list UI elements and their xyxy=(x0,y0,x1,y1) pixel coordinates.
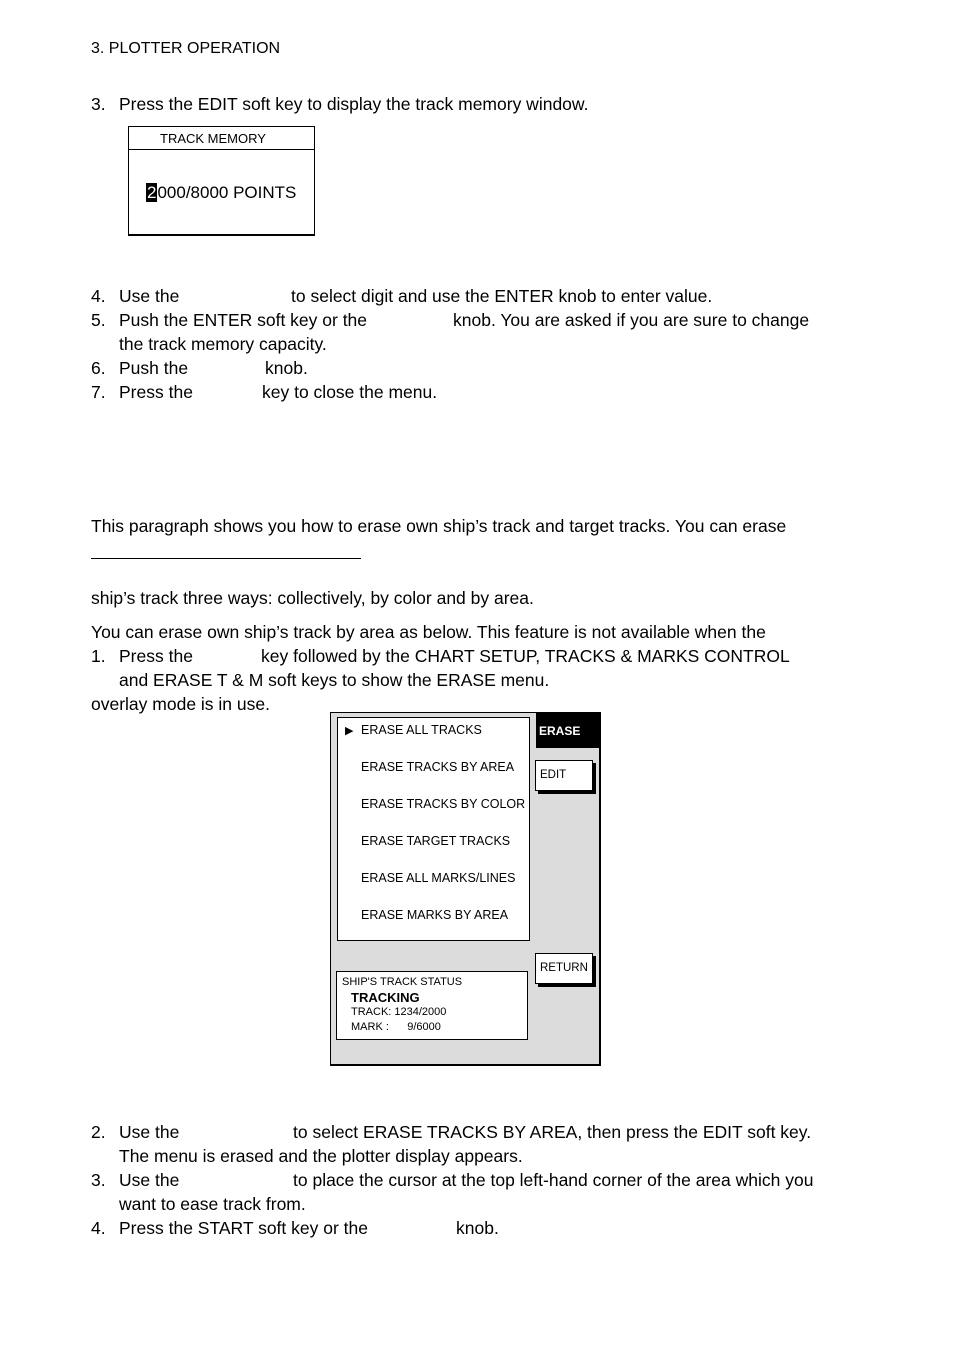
page-header: 3. PLOTTER OPERATION xyxy=(91,40,281,57)
digit-cursor[interactable]: 2 xyxy=(146,183,158,202)
menu-item-erase-tracks-by-area[interactable]: ERASE TRACKS BY AREA xyxy=(361,760,514,774)
track-memory-value[interactable]: 2000/8000 POINTS xyxy=(146,183,296,203)
step-number: 2. xyxy=(91,1122,106,1142)
step-text-post: knob. xyxy=(456,1218,499,1238)
step-text-post: key to close the menu. xyxy=(262,382,438,402)
step-text-pre: Use the xyxy=(119,1122,180,1142)
step-number: 7. xyxy=(91,382,106,402)
step-text-post: knob. You are asked if you are sure to c… xyxy=(453,310,810,330)
paragraph-line: You can erase own ship’s track by area a… xyxy=(91,622,766,642)
step-text-post: to select digit and use the ENTER knob t… xyxy=(291,286,713,306)
menu-item-erase-marks-by-area[interactable]: ERASE MARKS BY AREA xyxy=(361,908,508,922)
step-number: 4. xyxy=(91,1218,106,1238)
step-text-pre: Push the ENTER soft key or the xyxy=(119,310,368,330)
erase-menu-header: ERASE xyxy=(536,713,601,748)
step-text-post: knob. xyxy=(265,358,308,378)
step-text-pre: Use the xyxy=(119,1170,180,1190)
edit-soft-key[interactable]: EDIT xyxy=(535,760,593,791)
status-state: TRACKING xyxy=(351,990,420,1005)
step-text-pre: Press the xyxy=(119,382,193,402)
ships-track-status-box: SHIP'S TRACK STATUS TRACKING TRACK: 1234… xyxy=(336,971,528,1040)
paragraph-line: This paragraph shows you how to erase ow… xyxy=(91,516,787,536)
menu-item-erase-all-tracks[interactable]: ERASE ALL TRACKS xyxy=(361,723,482,737)
step-text-post: to place the cursor at the top left-hand… xyxy=(293,1170,814,1190)
erase-menu-list: ▶ ERASE ALL TRACKS ERASE TRACKS BY AREA … xyxy=(337,717,530,941)
step-text-post: key followed by the CHART SETUP, TRACKS … xyxy=(261,646,790,666)
step-number: 6. xyxy=(91,358,106,378)
step-text-pre: Press the START soft key or the xyxy=(119,1218,368,1238)
step-text-continued: want to ease track from. xyxy=(119,1194,306,1214)
menu-item-erase-tracks-by-color[interactable]: ERASE TRACKS BY COLOR xyxy=(361,797,525,811)
step-number: 3. xyxy=(91,94,106,114)
menu-item-erase-target-tracks[interactable]: ERASE TARGET TRACKS xyxy=(361,834,510,848)
menu-item-erase-all-marks-lines[interactable]: ERASE ALL MARKS/LINES xyxy=(361,871,515,885)
step-number: 5. xyxy=(91,310,106,330)
selection-arrow-icon: ▶ xyxy=(345,725,354,737)
step-text-pre: Push the xyxy=(119,358,189,378)
status-title: SHIP'S TRACK STATUS xyxy=(342,976,463,988)
step-text-continued: The menu is erased and the plotter displ… xyxy=(119,1146,523,1166)
step-text: Press the EDIT soft key to display the t… xyxy=(119,94,589,114)
step-number: 3. xyxy=(91,1170,106,1190)
return-soft-key[interactable]: RETURN xyxy=(535,953,593,984)
track-memory-window: TRACK MEMORY 2000/8000 POINTS xyxy=(128,126,315,236)
step-text-pre: Use the xyxy=(119,286,180,306)
erase-menu-window: ▶ ERASE ALL TRACKS ERASE TRACKS BY AREA … xyxy=(330,712,601,1066)
track-memory-title: TRACK MEMORY xyxy=(129,127,314,150)
step-number: 1. xyxy=(91,646,106,666)
status-mark-count: MARK : 9/6000 xyxy=(351,1021,441,1033)
status-track-count: TRACK: 1234/2000 xyxy=(351,1006,447,1018)
step-text-pre: Press the xyxy=(119,646,193,666)
step-text-continued: and ERASE T & M soft keys to show the ER… xyxy=(119,670,550,690)
step-number: 4. xyxy=(91,286,106,306)
step-text-continued: the track memory capacity. xyxy=(119,334,327,354)
step-text-post: to select ERASE TRACKS BY AREA, then pre… xyxy=(293,1122,812,1142)
section-divider xyxy=(91,558,361,559)
track-memory-value-rest: 000/8000 POINTS xyxy=(157,183,297,202)
